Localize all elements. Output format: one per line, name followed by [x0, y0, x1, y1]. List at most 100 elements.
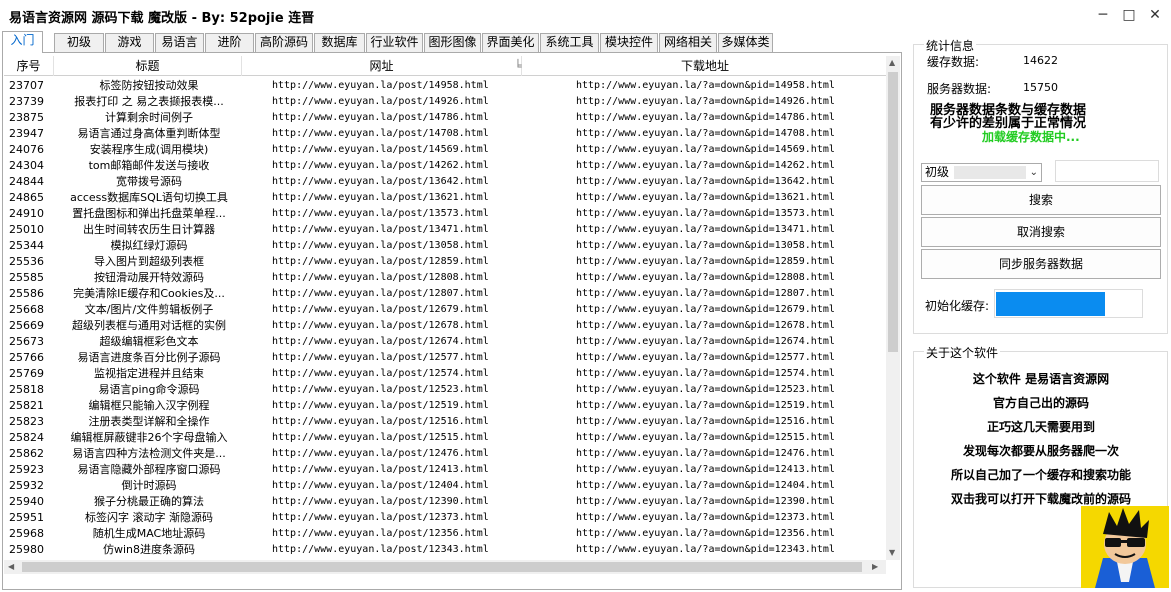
tab-6[interactable]: 数据库: [314, 33, 365, 52]
table-row[interactable]: 24910 置托盘图标和弹出托盘菜单程... http://www.eyuyan.l…: [4, 206, 886, 222]
table-row[interactable]: 23947 易语言通过身高体重判断体型 http://www.eyuyan.la/p…: [4, 126, 886, 142]
table-row[interactable]: 25669 超级列表框与通用对话框的实例 http://www.eyuyan.la/…: [4, 318, 886, 334]
close-icon: ✕: [1149, 7, 1161, 23]
table-row[interactable]: 25821 编辑框只能输入汉字例程 http://www.eyuyan.la/pos…: [4, 398, 886, 414]
table-row[interactable]: 23739 报表打印 之 易之表撷报表模... http://www.eyuyan.…: [4, 94, 886, 110]
tab-13[interactable]: 多媒体类: [718, 33, 773, 52]
table-row[interactable]: 25862 易语言四种方法检测文件夹是... http://www.eyuyan.l…: [4, 446, 886, 462]
maximize-button[interactable]: □: [1116, 4, 1142, 26]
row-title: 报表打印 之 易之表撷报表模...: [74, 95, 224, 108]
table-row[interactable]: 25932 倒计时源码 http://www.eyuyan.la/post/1240…: [4, 478, 886, 494]
horizontal-scroll-thumb[interactable]: [22, 562, 862, 572]
row-id: 24076: [9, 143, 44, 156]
sync-server-button[interactable]: 同步服务器数据: [921, 249, 1161, 279]
row-url: http://www.eyuyan.la/post/12808.html: [272, 272, 489, 283]
minimize-button[interactable]: ─: [1090, 4, 1116, 26]
row-url: http://www.eyuyan.la/post/12404.html: [272, 480, 489, 491]
tab-2[interactable]: 游戏: [105, 33, 154, 52]
search-input[interactable]: [1055, 160, 1159, 182]
table-row[interactable]: 25980 仿win8进度条源码 http://www.eyuyan.la/post…: [4, 542, 886, 558]
row-url: http://www.eyuyan.la/post/12574.html: [272, 368, 489, 379]
table-row[interactable]: 24304 tom邮箱邮件发送与接收 http://www.eyuyan.la/po…: [4, 158, 886, 174]
row-id: 23875: [9, 111, 44, 124]
table-row[interactable]: 25766 易语言进度条百分比例子源码 http://www.eyuyan.la/p…: [4, 350, 886, 366]
category-select[interactable]: 初级 ⌄: [921, 163, 1042, 182]
row-download-url: http://www.eyuyan.la/?a=down&pid=12390.h…: [576, 496, 835, 507]
table-row[interactable]: 25344 模拟红绿灯源码 http://www.eyuyan.la/post/13…: [4, 238, 886, 254]
row-url: http://www.eyuyan.la/post/12807.html: [272, 288, 489, 299]
vertical-scrollbar[interactable]: ▲ ▼: [886, 56, 900, 560]
tab-9[interactable]: 界面美化: [482, 33, 539, 52]
about-line[interactable]: 双击我可以打开下载魔改前的源码: [914, 490, 1168, 507]
scroll-right-icon[interactable]: ▶: [872, 562, 878, 571]
table-row[interactable]: 24865 access数据库SQL语句切换工具 http://www.eyuyan…: [4, 190, 886, 206]
tab-10[interactable]: 系统工具: [540, 33, 599, 52]
row-url: http://www.eyuyan.la/post/12516.html: [272, 416, 489, 427]
row-title: 安装程序生成(调用模块): [89, 143, 209, 156]
table-row[interactable]: 25951 标签闪字 滚动字 渐隐源码 http://www.eyuyan.la/p…: [4, 510, 886, 526]
table-row[interactable]: 25968 随机生成MAC地址源码 http://www.eyuyan.la/pos…: [4, 526, 886, 542]
header-url[interactable]: 网址: [242, 56, 522, 76]
table-row[interactable]: 25923 易语言隐藏外部程序窗口源码 http://www.eyuyan.la/p…: [4, 462, 886, 478]
tab-11[interactable]: 模块控件: [600, 33, 658, 52]
table-row[interactable]: 24076 安装程序生成(调用模块) http://www.eyuyan.la/po…: [4, 142, 886, 158]
table-row[interactable]: 25010 出生时间转农历生日计算器 http://www.eyuyan.la/po…: [4, 222, 886, 238]
table-row[interactable]: 25940 猴子分桃最正确的算法 http://www.eyuyan.la/post…: [4, 494, 886, 510]
search-button[interactable]: 搜索: [921, 185, 1161, 215]
table-row[interactable]: 25586 完美清除IE缓存和Cookies及... http://www.eyuy…: [4, 286, 886, 302]
row-download-url: http://www.eyuyan.la/?a=down&pid=12404.h…: [576, 480, 835, 491]
table-row[interactable]: 25818 易语言ping命令源码 http://www.eyuyan.la/pos…: [4, 382, 886, 398]
cancel-search-button[interactable]: 取消搜索: [921, 217, 1161, 247]
row-title: 易语言隐藏外部程序窗口源码: [77, 463, 221, 476]
close-button[interactable]: ✕: [1142, 4, 1168, 26]
scroll-up-icon[interactable]: ▲: [889, 58, 895, 67]
table-row[interactable]: 25668 文本/图片/文件剪辑板例子 http://www.eyuyan.la/p…: [4, 302, 886, 318]
tab-3[interactable]: 易语言: [155, 33, 204, 52]
row-title: 标签防按钮按动效果: [99, 79, 199, 92]
about-line: 正巧这几天需要用到: [986, 420, 1095, 434]
horizontal-scrollbar[interactable]: ◀ ▶: [4, 560, 886, 574]
row-id: 24910: [9, 207, 44, 220]
scroll-left-icon[interactable]: ◀: [8, 562, 14, 571]
tab-1[interactable]: 初级: [54, 33, 104, 52]
tab-5[interactable]: 高阶源码: [255, 33, 313, 52]
header-id[interactable]: 序号: [4, 56, 54, 76]
row-title: 监视指定进程并且结束: [94, 367, 204, 380]
tab-0[interactable]: 入门: [2, 31, 43, 53]
source-list[interactable]: 序号 标题 网址 ╘ 下载地址 23707 标签防按钮按动效果 http://www…: [4, 56, 886, 560]
tab-12[interactable]: 网络相关: [659, 33, 717, 52]
tab-7[interactable]: 行业软件: [366, 33, 423, 52]
header-download[interactable]: 下载地址: [524, 56, 886, 76]
row-id: 25862: [9, 447, 44, 460]
table-row[interactable]: 25673 超级编辑框彩色文本 http://www.eyuyan.la/post/…: [4, 334, 886, 350]
table-row[interactable]: 23875 计算剩余时间例子 http://www.eyuyan.la/post/1…: [4, 110, 886, 126]
row-url: http://www.eyuyan.la/post/14262.html: [272, 160, 489, 171]
about-group-label: 关于这个软件: [924, 344, 1001, 361]
table-row[interactable]: 25536 导入图片到超级列表框 http://www.eyuyan.la/post…: [4, 254, 886, 270]
row-id: 25010: [9, 223, 44, 236]
table-row[interactable]: 23707 标签防按钮按动效果 http://www.eyuyan.la/post/…: [4, 78, 886, 94]
tab-4[interactable]: 进阶: [205, 33, 254, 52]
tab-8[interactable]: 图形图像: [424, 33, 481, 52]
table-row[interactable]: 25585 按钮滑动展开特效源码 http://www.eyuyan.la/post…: [4, 270, 886, 286]
table-row[interactable]: 24844 宽带拨号源码 http://www.eyuyan.la/post/136…: [4, 174, 886, 190]
server-count-label: 服务器数据:: [927, 82, 992, 96]
row-url: http://www.eyuyan.la/post/14708.html: [272, 128, 489, 139]
mascot-avatar[interactable]: [1081, 506, 1169, 588]
row-url: http://www.eyuyan.la/post/13642.html: [272, 176, 489, 187]
chevron-down-icon: ⌄: [1029, 167, 1038, 178]
scroll-down-icon[interactable]: ▼: [889, 548, 895, 557]
init-cache-progress: [994, 289, 1143, 318]
header-title[interactable]: 标题: [54, 56, 242, 76]
row-download-url: http://www.eyuyan.la/?a=down&pid=13058.h…: [576, 240, 835, 251]
row-id: 25673: [9, 335, 44, 348]
table-row[interactable]: 25824 编辑框屏蔽键非26个字母盘输入 http://www.eyuyan.la…: [4, 430, 886, 446]
row-id: 25821: [9, 399, 44, 412]
row-title: 猴子分桃最正确的算法: [94, 495, 204, 508]
table-row[interactable]: 25823 注册表类型详解和全操作 http://www.eyuyan.la/pos…: [4, 414, 886, 430]
row-id: 24304: [9, 159, 44, 172]
table-row[interactable]: 25769 监视指定进程并且结束 http://www.eyuyan.la/post…: [4, 366, 886, 382]
row-download-url: http://www.eyuyan.la/?a=down&pid=14958.h…: [576, 80, 835, 91]
row-id: 24844: [9, 175, 44, 188]
vertical-scroll-thumb[interactable]: [888, 72, 898, 352]
